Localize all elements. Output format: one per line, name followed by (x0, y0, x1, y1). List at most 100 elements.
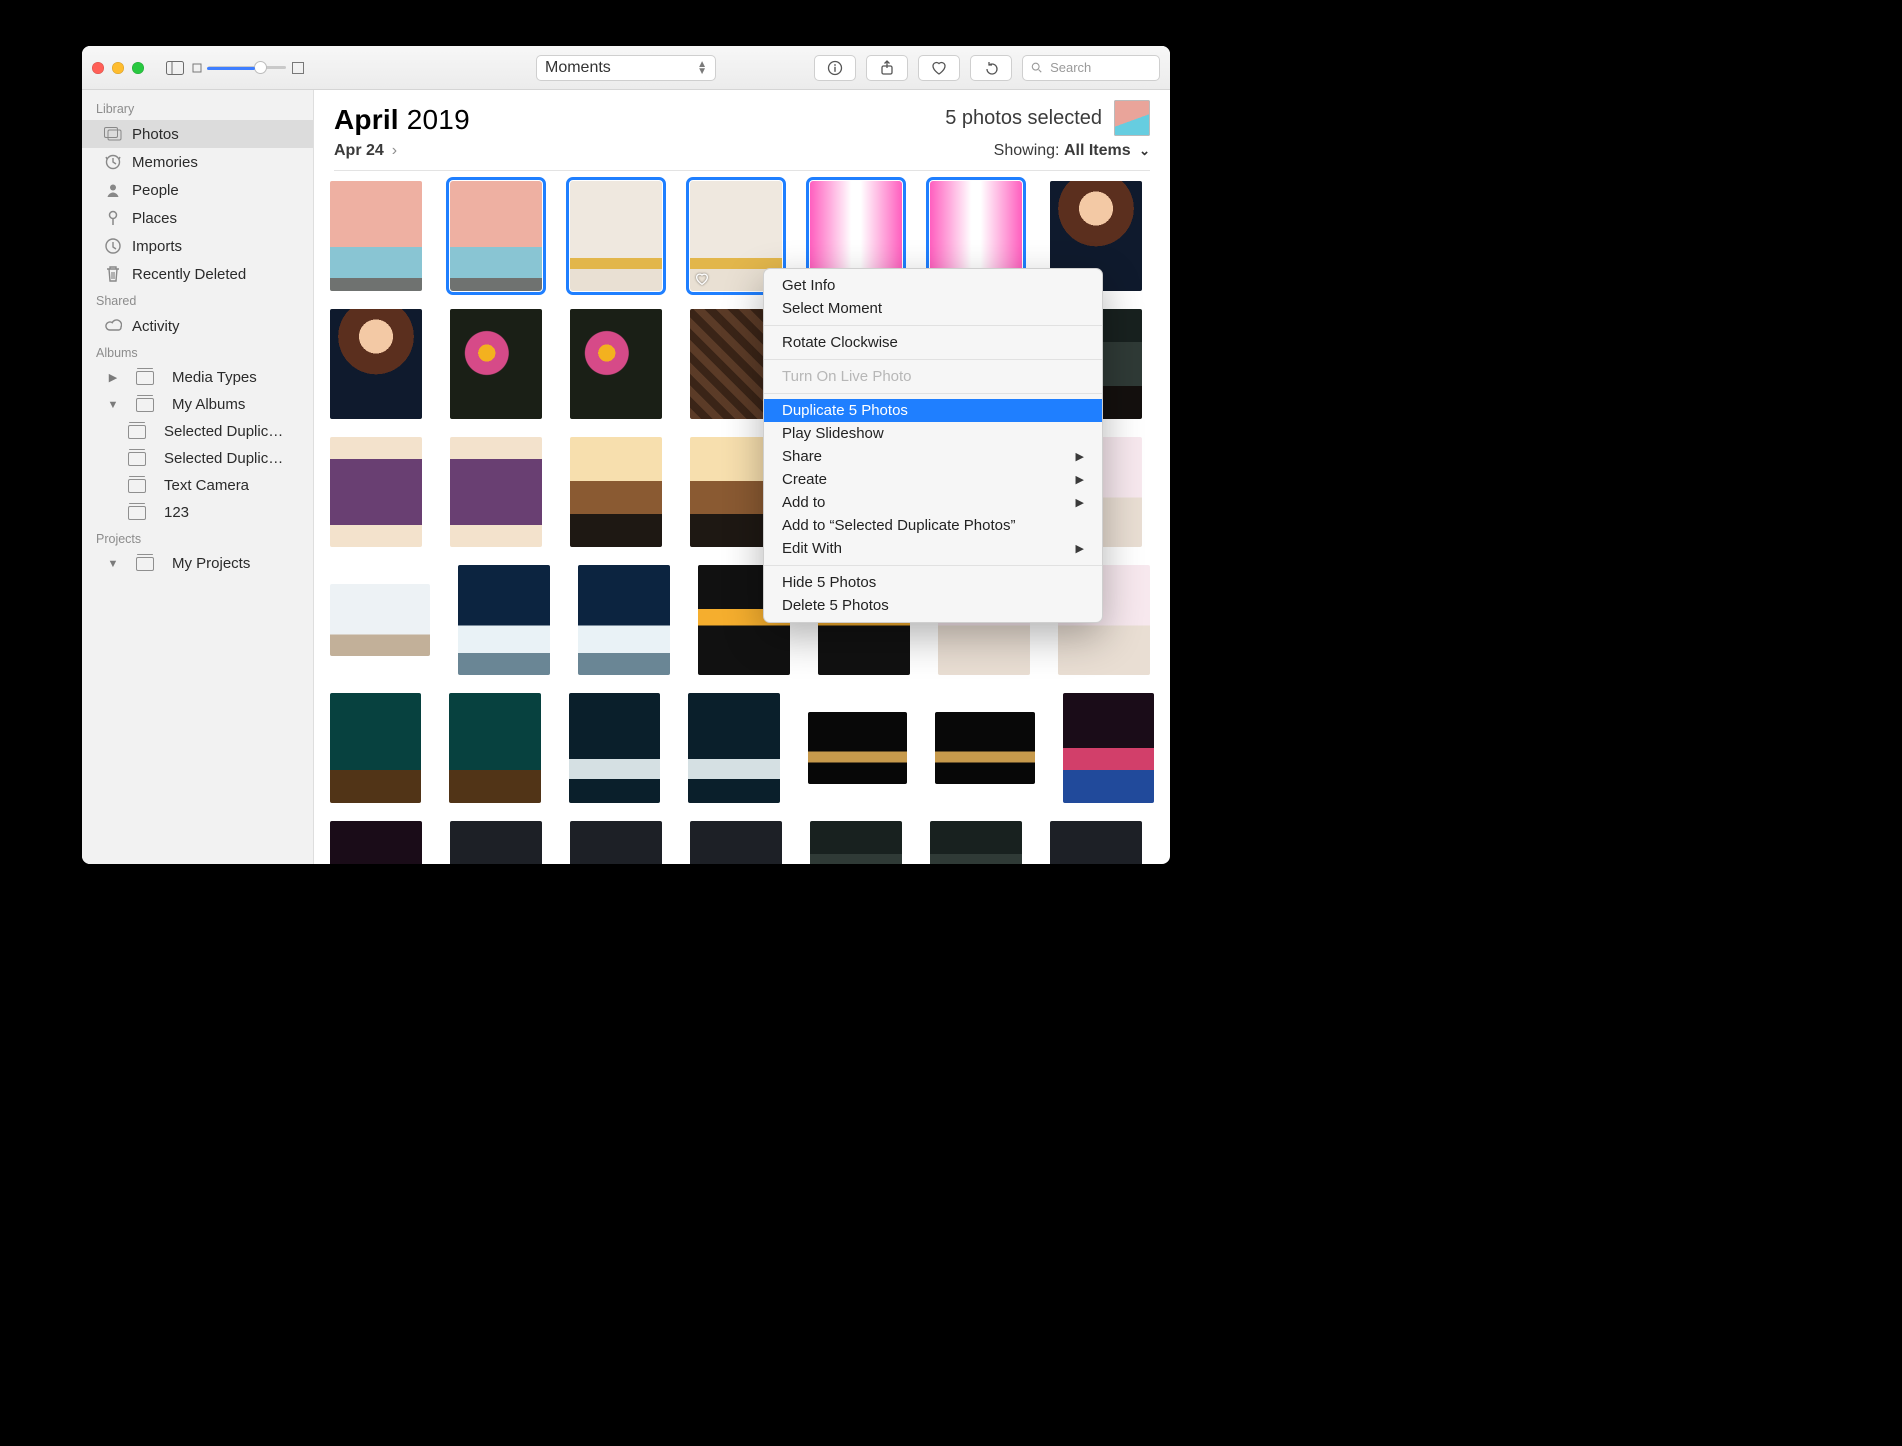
photo-thumbnail[interactable] (330, 693, 421, 803)
sidebar-album-item[interactable]: Selected Duplic… (82, 418, 313, 445)
photo-thumbnail[interactable] (935, 712, 1034, 784)
sidebar-album-item[interactable]: Selected Duplic… (82, 445, 313, 472)
menu-item[interactable]: Add to “Selected Duplicate Photos” (764, 514, 1102, 537)
imports-icon (104, 237, 122, 255)
zoom-slider[interactable] (192, 62, 304, 74)
sidebar-item-label: Selected Duplic… (164, 450, 283, 467)
photo-thumbnail[interactable] (450, 437, 542, 547)
sidebar-item-label: My Projects (172, 555, 250, 572)
photo-thumbnail[interactable] (570, 181, 662, 291)
sidebar-item-label: Media Types (172, 369, 257, 386)
photo-thumbnail[interactable] (1063, 693, 1154, 803)
photo-thumbnail[interactable] (808, 712, 907, 784)
close-window-button[interactable] (92, 62, 104, 74)
menu-item[interactable]: Get Info (764, 274, 1102, 297)
menu-item[interactable]: Duplicate 5 Photos (764, 399, 1102, 422)
disclosure-triangle-icon[interactable]: ▼ (106, 399, 120, 411)
menu-item[interactable]: Delete 5 Photos (764, 594, 1102, 617)
photo-thumbnail[interactable] (930, 821, 1022, 864)
album-icon (136, 398, 154, 412)
photo-thumbnail[interactable] (330, 584, 430, 656)
menu-item[interactable]: Select Moment (764, 297, 1102, 320)
sidebar-item-imports[interactable]: Imports (82, 232, 313, 260)
photo-thumbnail[interactable] (450, 309, 542, 419)
sidebar-item-recently-deleted[interactable]: Recently Deleted (82, 260, 313, 288)
photo-thumbnail[interactable] (570, 309, 662, 419)
favorite-button[interactable] (918, 55, 960, 81)
disclosure-triangle-icon[interactable]: ▶ (106, 371, 120, 384)
filter-showing[interactable]: Showing: All Items ⌄ (994, 142, 1150, 160)
menu-item[interactable]: Share▶ (764, 445, 1102, 468)
sidebar-group-media-types[interactable]: ▶ Media Types (82, 364, 313, 391)
showing-label: Showing: (994, 142, 1060, 159)
sidebar-group-my-albums[interactable]: ▼My Albums (82, 391, 313, 418)
photo-thumbnail[interactable] (330, 437, 422, 547)
menu-item-label: Rotate Clockwise (782, 334, 898, 351)
zoom-thumb[interactable] (254, 61, 267, 74)
menu-item[interactable]: Create▶ (764, 468, 1102, 491)
photo-thumbnail[interactable] (449, 693, 540, 803)
sidebar-group-my-projects[interactable]: ▼ My Projects (82, 550, 313, 577)
menu-item[interactable]: Edit With▶ (764, 537, 1102, 560)
sidebar-toggle-icon[interactable] (166, 61, 184, 75)
favorite-heart-icon (694, 271, 710, 287)
search-input[interactable] (1048, 59, 1151, 76)
view-mode-select[interactable]: Moments ▲▼ (536, 55, 716, 81)
sidebar-item-label: Activity (132, 318, 180, 335)
sidebar-item-label: Text Camera (164, 477, 249, 494)
rotate-icon (983, 60, 999, 76)
sidebar-item-photos[interactable]: Photos (82, 120, 313, 148)
menu-item[interactable]: Hide 5 Photos (764, 571, 1102, 594)
date-breadcrumb[interactable]: Apr 24 (334, 142, 384, 160)
photo-row (330, 821, 1154, 864)
photo-thumbnail[interactable] (330, 821, 422, 864)
info-button[interactable] (814, 55, 856, 81)
selection-preview-thumb[interactable] (1114, 100, 1150, 136)
rotate-button[interactable] (970, 55, 1012, 81)
sidebar-section-projects: Projects (82, 526, 313, 550)
sidebar-item-people[interactable]: People (82, 176, 313, 204)
sidebar-album-item[interactable]: Text Camera (82, 472, 313, 499)
zoom-out-icon (192, 63, 202, 73)
menu-item[interactable]: Add to▶ (764, 491, 1102, 514)
selection-count-text: 5 photos selected (945, 107, 1102, 130)
sidebar-item-label: People (132, 182, 179, 199)
sidebar-item-label: Memories (132, 154, 198, 171)
zoom-track[interactable] (208, 66, 286, 69)
sidebar: Library PhotosMemoriesPeoplePlacesImport… (82, 90, 314, 864)
sidebar-section-albums: Albums (82, 340, 313, 364)
photo-thumbnail[interactable] (810, 821, 902, 864)
photo-thumbnail[interactable] (578, 565, 670, 675)
sidebar-album-item[interactable]: 123 (82, 499, 313, 526)
menu-item-label: Add to (782, 494, 825, 511)
minimize-window-button[interactable] (112, 62, 124, 74)
sidebar-item-places[interactable]: Places (82, 204, 313, 232)
sidebar-item-memories[interactable]: Memories (82, 148, 313, 176)
photo-thumbnail[interactable] (688, 693, 779, 803)
chevron-right-icon[interactable]: › (392, 142, 397, 160)
photo-thumbnail[interactable] (330, 181, 422, 291)
album-icon (136, 371, 154, 385)
menu-item-label: Create (782, 471, 827, 488)
menu-item[interactable]: Rotate Clockwise (764, 331, 1102, 354)
sidebar-item-activity[interactable]: Activity (82, 312, 313, 340)
search-field[interactable] (1022, 55, 1160, 81)
share-icon (879, 60, 895, 76)
photo-thumbnail[interactable] (330, 309, 422, 419)
fullscreen-window-button[interactable] (132, 62, 144, 74)
photo-thumbnail[interactable] (690, 821, 782, 864)
search-icon (1031, 61, 1042, 74)
photo-thumbnail[interactable] (570, 821, 662, 864)
sidebar-item-label: Photos (132, 126, 179, 143)
photo-thumbnail[interactable] (458, 565, 550, 675)
showing-value: All Items (1064, 142, 1131, 159)
places-icon (104, 209, 122, 227)
photo-thumbnail[interactable] (450, 821, 542, 864)
photo-thumbnail[interactable] (569, 693, 660, 803)
menu-item[interactable]: Play Slideshow (764, 422, 1102, 445)
photo-thumbnail[interactable] (1050, 821, 1142, 864)
share-button[interactable] (866, 55, 908, 81)
photo-thumbnail[interactable] (570, 437, 662, 547)
disclosure-triangle-icon[interactable]: ▼ (106, 558, 120, 570)
photo-thumbnail[interactable] (450, 181, 542, 291)
